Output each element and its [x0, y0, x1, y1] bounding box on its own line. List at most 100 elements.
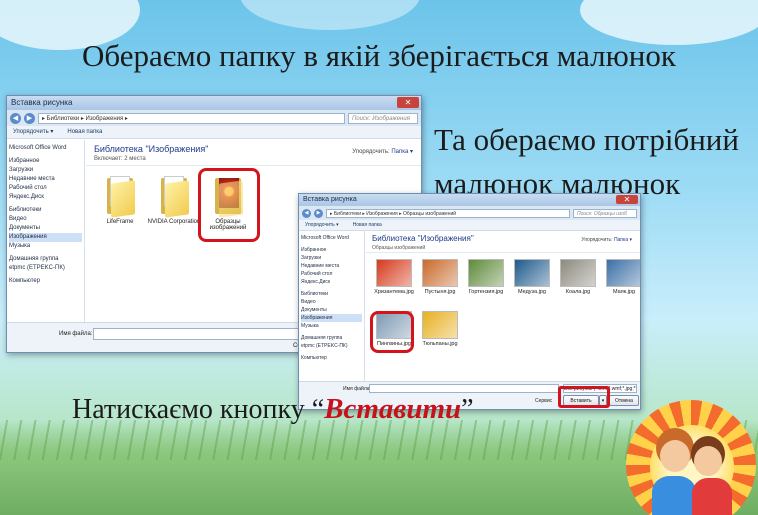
- filename-label: Имя файла:: [343, 386, 371, 392]
- sidebar-item-recent[interactable]: Недавние места: [9, 175, 82, 184]
- sidebar-item-music[interactable]: Музыка: [9, 242, 82, 251]
- library-subtitle: Образцы изображений: [372, 245, 426, 251]
- sidebar-item-music[interactable]: Музыка: [301, 322, 362, 330]
- close-button[interactable]: ✕: [397, 97, 419, 108]
- sidebar-item-desktop[interactable]: Рабочий стол: [301, 270, 362, 278]
- forward-arrow-icon[interactable]: ▶: [24, 112, 35, 124]
- sidebar-item-word[interactable]: Microsoft Office Word: [9, 144, 82, 153]
- sidebar-item-favorites[interactable]: Избранное: [301, 246, 362, 254]
- arrange-label: Упорядочить:: [352, 149, 390, 155]
- dialog-title: Вставка рисунка: [11, 98, 73, 107]
- sidebar-item-homegroup[interactable]: Домашняя группа: [9, 255, 82, 264]
- arrange-by[interactable]: Упорядочить: Папка ▾: [581, 237, 632, 243]
- back-arrow-icon[interactable]: ◀: [10, 112, 21, 124]
- thumbnail-image: [514, 259, 550, 287]
- sidebar-item-homegroup[interactable]: Домашняя группа: [301, 334, 362, 342]
- image-thumbnail[interactable]: Маяк.jpg: [600, 259, 640, 295]
- forward-arrow-icon[interactable]: ▶: [314, 208, 323, 218]
- filename-input[interactable]: [369, 384, 559, 393]
- thumbnail-image: [560, 259, 596, 287]
- library-subtitle: Включает: 2 места: [94, 156, 146, 162]
- arrange-value[interactable]: Папка ▾: [391, 149, 413, 155]
- sidebar-item-libraries[interactable]: Библиотеки: [301, 290, 362, 298]
- slide-heading-press-insert: Натискаємо кнопку “Вставити”: [72, 393, 474, 426]
- path-input[interactable]: ▸ Библиотеки ▸ Изображения ▸ Образцы изо…: [326, 208, 570, 218]
- sidebar-item-documents[interactable]: Документы: [301, 306, 362, 314]
- organize-button[interactable]: Упорядочить ▾: [305, 220, 339, 230]
- search-input[interactable]: Поиск: Образцы изоб: [573, 208, 637, 218]
- image-thumbnail[interactable]: Гортензия.jpg: [462, 259, 510, 295]
- sidebar-item-downloads[interactable]: Загрузки: [301, 254, 362, 262]
- file-view: Библиотека "Изображения" Образцы изображ…: [366, 231, 640, 381]
- thumbnail-image: [468, 259, 504, 287]
- folder-item[interactable]: LifeFrame: [92, 176, 148, 225]
- image-thumbnail[interactable]: Медуза.jpg: [508, 259, 556, 295]
- folder-item[interactable]: NVIDIA Corporation: [146, 176, 202, 225]
- filename-label: Имя файла:: [59, 331, 93, 337]
- sidebar-item-yandex-disk[interactable]: Яндекс.Диск: [9, 193, 82, 202]
- cancel-button[interactable]: Отмена: [609, 395, 639, 406]
- sidebar-item-downloads[interactable]: Загрузки: [9, 166, 82, 175]
- insert-button-highlight: [558, 386, 610, 408]
- arrange-label: Упорядочить:: [581, 237, 613, 243]
- thumbnail-label: Хризантема.jpg: [374, 289, 414, 295]
- new-folder-button[interactable]: Новая папка: [67, 126, 102, 138]
- heading-line: Та обераємо потрібний: [434, 122, 739, 157]
- heading-prefix: Натискаємо кнопку “: [72, 394, 325, 425]
- sidebar-item-user[interactable]: etpmc (ETPEKC-ПК): [9, 264, 82, 273]
- organize-button[interactable]: Упорядочить ▾: [13, 126, 53, 138]
- dialog-toolbar: Упорядочить ▾ Новая папка: [7, 126, 421, 139]
- thumbnail-label: Пустыня.jpg: [424, 289, 456, 295]
- kid-face-icon: [694, 446, 722, 476]
- image-thumbnail[interactable]: Коала.jpg: [554, 259, 602, 295]
- kid-body-icon: [692, 478, 732, 515]
- service-menu[interactable]: Сервис: [535, 398, 552, 404]
- sidebar-item-computer[interactable]: Компьютер: [301, 354, 362, 362]
- sidebar-item-video[interactable]: Видео: [9, 215, 82, 224]
- sidebar-item-video[interactable]: Видео: [301, 298, 362, 306]
- sidebar-item-computer[interactable]: Компьютер: [9, 277, 82, 286]
- sidebar-item-favorites[interactable]: Избранное: [9, 157, 82, 166]
- address-bar: ◀ ▶ ▸ Библиотеки ▸ Изображения ▸ Образцы…: [299, 206, 640, 220]
- thumbnail-label: Гортензия.jpg: [468, 289, 504, 295]
- insert-picture-dialog-images: Вставка рисунка ✕ ◀ ▶ ▸ Библиотеки ▸ Изо…: [298, 193, 641, 410]
- thumbnail-image: [606, 259, 640, 287]
- arrange-by[interactable]: Упорядочить: Папка ▾: [352, 148, 413, 155]
- dialog-titlebar: Вставка рисунка ✕: [7, 96, 421, 110]
- back-arrow-icon[interactable]: ◀: [302, 208, 311, 218]
- library-header: Библиотека "Изображения" Включает: 2 мес…: [86, 140, 421, 166]
- sidebar-item-user[interactable]: etpmc (ETPEKC-ПК): [301, 342, 362, 350]
- image-thumbnail[interactable]: Тюльпаны.jpg: [416, 311, 464, 347]
- folder-label: NVIDIA Corporation: [147, 219, 201, 225]
- kid-face-icon: [660, 440, 690, 472]
- sidebar-item-pictures[interactable]: Изображения: [301, 314, 362, 322]
- sidebar-item-yandex-disk[interactable]: Яндекс.Диск: [301, 278, 362, 286]
- sidebar-item-recent[interactable]: Недавние места: [301, 262, 362, 270]
- sidebar-item-desktop[interactable]: Рабочий стол: [9, 184, 82, 193]
- thumbnail-image: [422, 311, 458, 339]
- arrange-value[interactable]: Папка ▾: [614, 237, 632, 243]
- image-thumbnail[interactable]: Пустыня.jpg: [416, 259, 464, 295]
- sidebar-item-word[interactable]: Microsoft Office Word: [301, 234, 362, 242]
- new-folder-button[interactable]: Новая папка: [353, 220, 382, 230]
- path-input[interactable]: ▸ Библиотеки ▸ Изображения ▸: [38, 112, 345, 124]
- sidebar-item-libraries[interactable]: Библиотеки: [9, 206, 82, 215]
- highlight-ring: [198, 168, 260, 242]
- folder-label: LifeFrame: [106, 219, 134, 225]
- sidebar-item-pictures[interactable]: Изображения: [9, 233, 82, 242]
- thumbnail-label: Тюльпаны.jpg: [422, 341, 458, 347]
- search-input[interactable]: Поиск: Изображения: [348, 112, 418, 124]
- nav-sidebar: Microsoft Office Word Избранное Загрузки…: [299, 231, 365, 381]
- thumbnail-image: [422, 259, 458, 287]
- dialog-title: Вставка рисунка: [303, 196, 357, 203]
- heading-suffix: ”: [461, 394, 474, 425]
- image-thumbnail[interactable]: Хризантема.jpg: [370, 259, 418, 295]
- thumbnail-label: Медуза.jpg: [518, 289, 546, 295]
- heading-insert-word: Вставити: [324, 393, 462, 425]
- dialog-toolbar: Упорядочить ▾ Новая папка: [299, 220, 640, 231]
- close-button[interactable]: ✕: [616, 195, 638, 204]
- sidebar-item-documents[interactable]: Документы: [9, 224, 82, 233]
- thumbnail-label: Коала.jpg: [565, 289, 591, 295]
- thumbnail-image: [376, 259, 412, 287]
- library-header: Библиотека "Изображения" Образцы изображ…: [366, 231, 640, 253]
